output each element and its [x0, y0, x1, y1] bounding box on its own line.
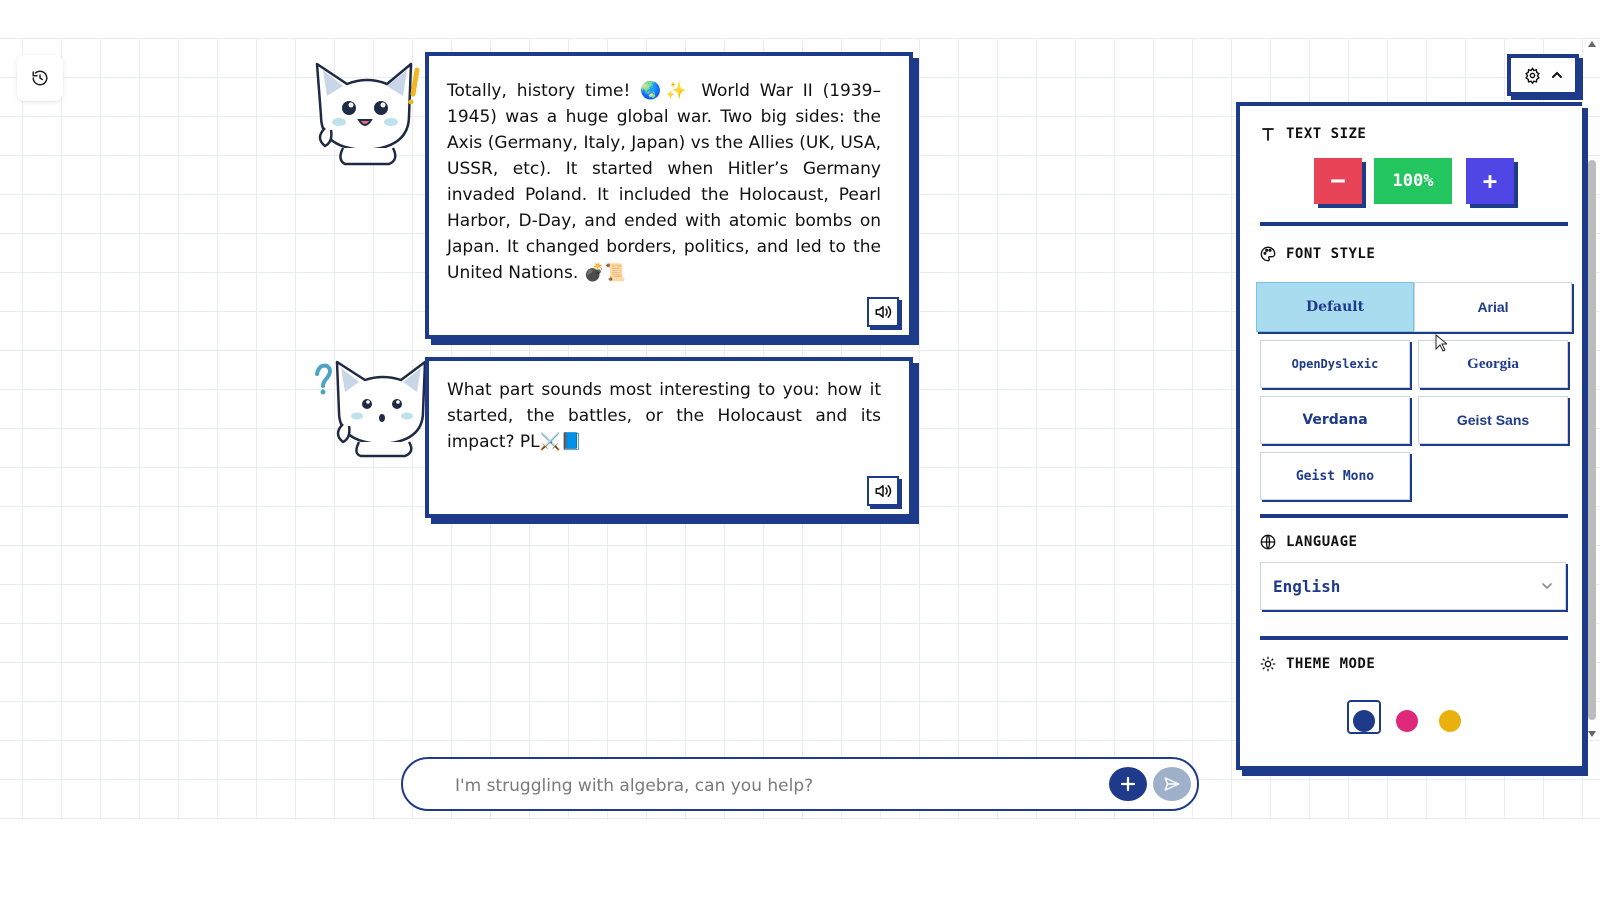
- assistant-message-text: Totally, history time! 🌏✨ World War II (…: [447, 81, 881, 283]
- font-style-label: FONT STYLE: [1286, 246, 1376, 262]
- speaker-icon: [875, 306, 892, 318]
- font-option-arial[interactable]: Arial: [1414, 282, 1572, 332]
- assistant-message-text: What part sounds most interesting to you…: [447, 380, 881, 452]
- font-style-header: FONT STYLE: [1260, 246, 1375, 262]
- language-select[interactable]: English: [1260, 562, 1566, 610]
- page-scrollbar[interactable]: [1587, 40, 1597, 740]
- theme-swatch-pink[interactable]: [1396, 710, 1418, 732]
- section-divider: [1260, 636, 1568, 640]
- font-option-verdana[interactable]: Verdana: [1260, 396, 1410, 444]
- theme-swatch-yellow[interactable]: [1439, 710, 1461, 732]
- assistant-message-bubble: What part sounds most interesting to you…: [425, 357, 913, 518]
- text-size-header: TEXT SIZE: [1260, 126, 1366, 142]
- send-icon: [1164, 777, 1180, 791]
- scroll-down-arrow-icon: [1588, 731, 1596, 737]
- theme-mode-label: THEME MODE: [1286, 656, 1376, 672]
- cat-mascot-excited: [315, 62, 420, 166]
- mouse-cursor: [1435, 334, 1447, 352]
- read-aloud-button[interactable]: [867, 297, 899, 327]
- scroll-up-arrow-icon: [1588, 41, 1596, 47]
- section-divider: [1260, 514, 1568, 518]
- attach-button[interactable]: [1109, 767, 1147, 801]
- font-option-geist-mono[interactable]: Geist Mono: [1260, 452, 1410, 500]
- history-icon: [32, 70, 48, 86]
- read-aloud-button[interactable]: [867, 476, 899, 506]
- speaker-icon: [875, 485, 892, 497]
- theme-mode-header: THEME MODE: [1260, 656, 1375, 672]
- settings-toggle-button[interactable]: [1507, 54, 1579, 96]
- text-size-label: TEXT SIZE: [1286, 126, 1367, 142]
- section-divider: [1260, 222, 1568, 226]
- language-label: LANGUAGE: [1286, 534, 1358, 550]
- increase-text-size-button[interactable]: +: [1466, 158, 1514, 204]
- plus-icon: [1120, 776, 1136, 792]
- assistant-message-bubble: Totally, history time! 🌏✨ World War II (…: [425, 52, 913, 339]
- chevron-up-icon: [1551, 71, 1562, 78]
- decrease-text-size-button[interactable]: −: [1314, 158, 1362, 204]
- settings-panel: TEXT SIZE − 100% + FONT STYLE Default Ar…: [1236, 102, 1582, 770]
- text-size-icon: [1262, 128, 1274, 141]
- scroll-thumb[interactable]: [1588, 160, 1596, 720]
- font-option-default[interactable]: Default: [1256, 282, 1414, 332]
- language-value: English: [1273, 576, 1341, 596]
- theme-swatch-blue[interactable]: [1353, 710, 1375, 732]
- send-button[interactable]: [1153, 767, 1191, 801]
- cat-mascot-curious: [315, 360, 427, 458]
- gear-icon: [1524, 66, 1540, 84]
- language-header: LANGUAGE: [1260, 534, 1357, 550]
- chevron-down-icon: [1542, 583, 1552, 590]
- sun-icon: [1260, 656, 1276, 672]
- font-option-opendyslexic[interactable]: OpenDyslexic: [1260, 340, 1410, 388]
- palette-icon: [1260, 246, 1276, 262]
- text-size-value: 100%: [1374, 158, 1452, 204]
- chat-input[interactable]: [453, 771, 1057, 801]
- history-button[interactable]: [17, 55, 63, 101]
- font-option-geist-sans[interactable]: Geist Sans: [1418, 396, 1568, 444]
- globe-icon: [1260, 534, 1276, 550]
- chat-input-bar: [401, 757, 1199, 811]
